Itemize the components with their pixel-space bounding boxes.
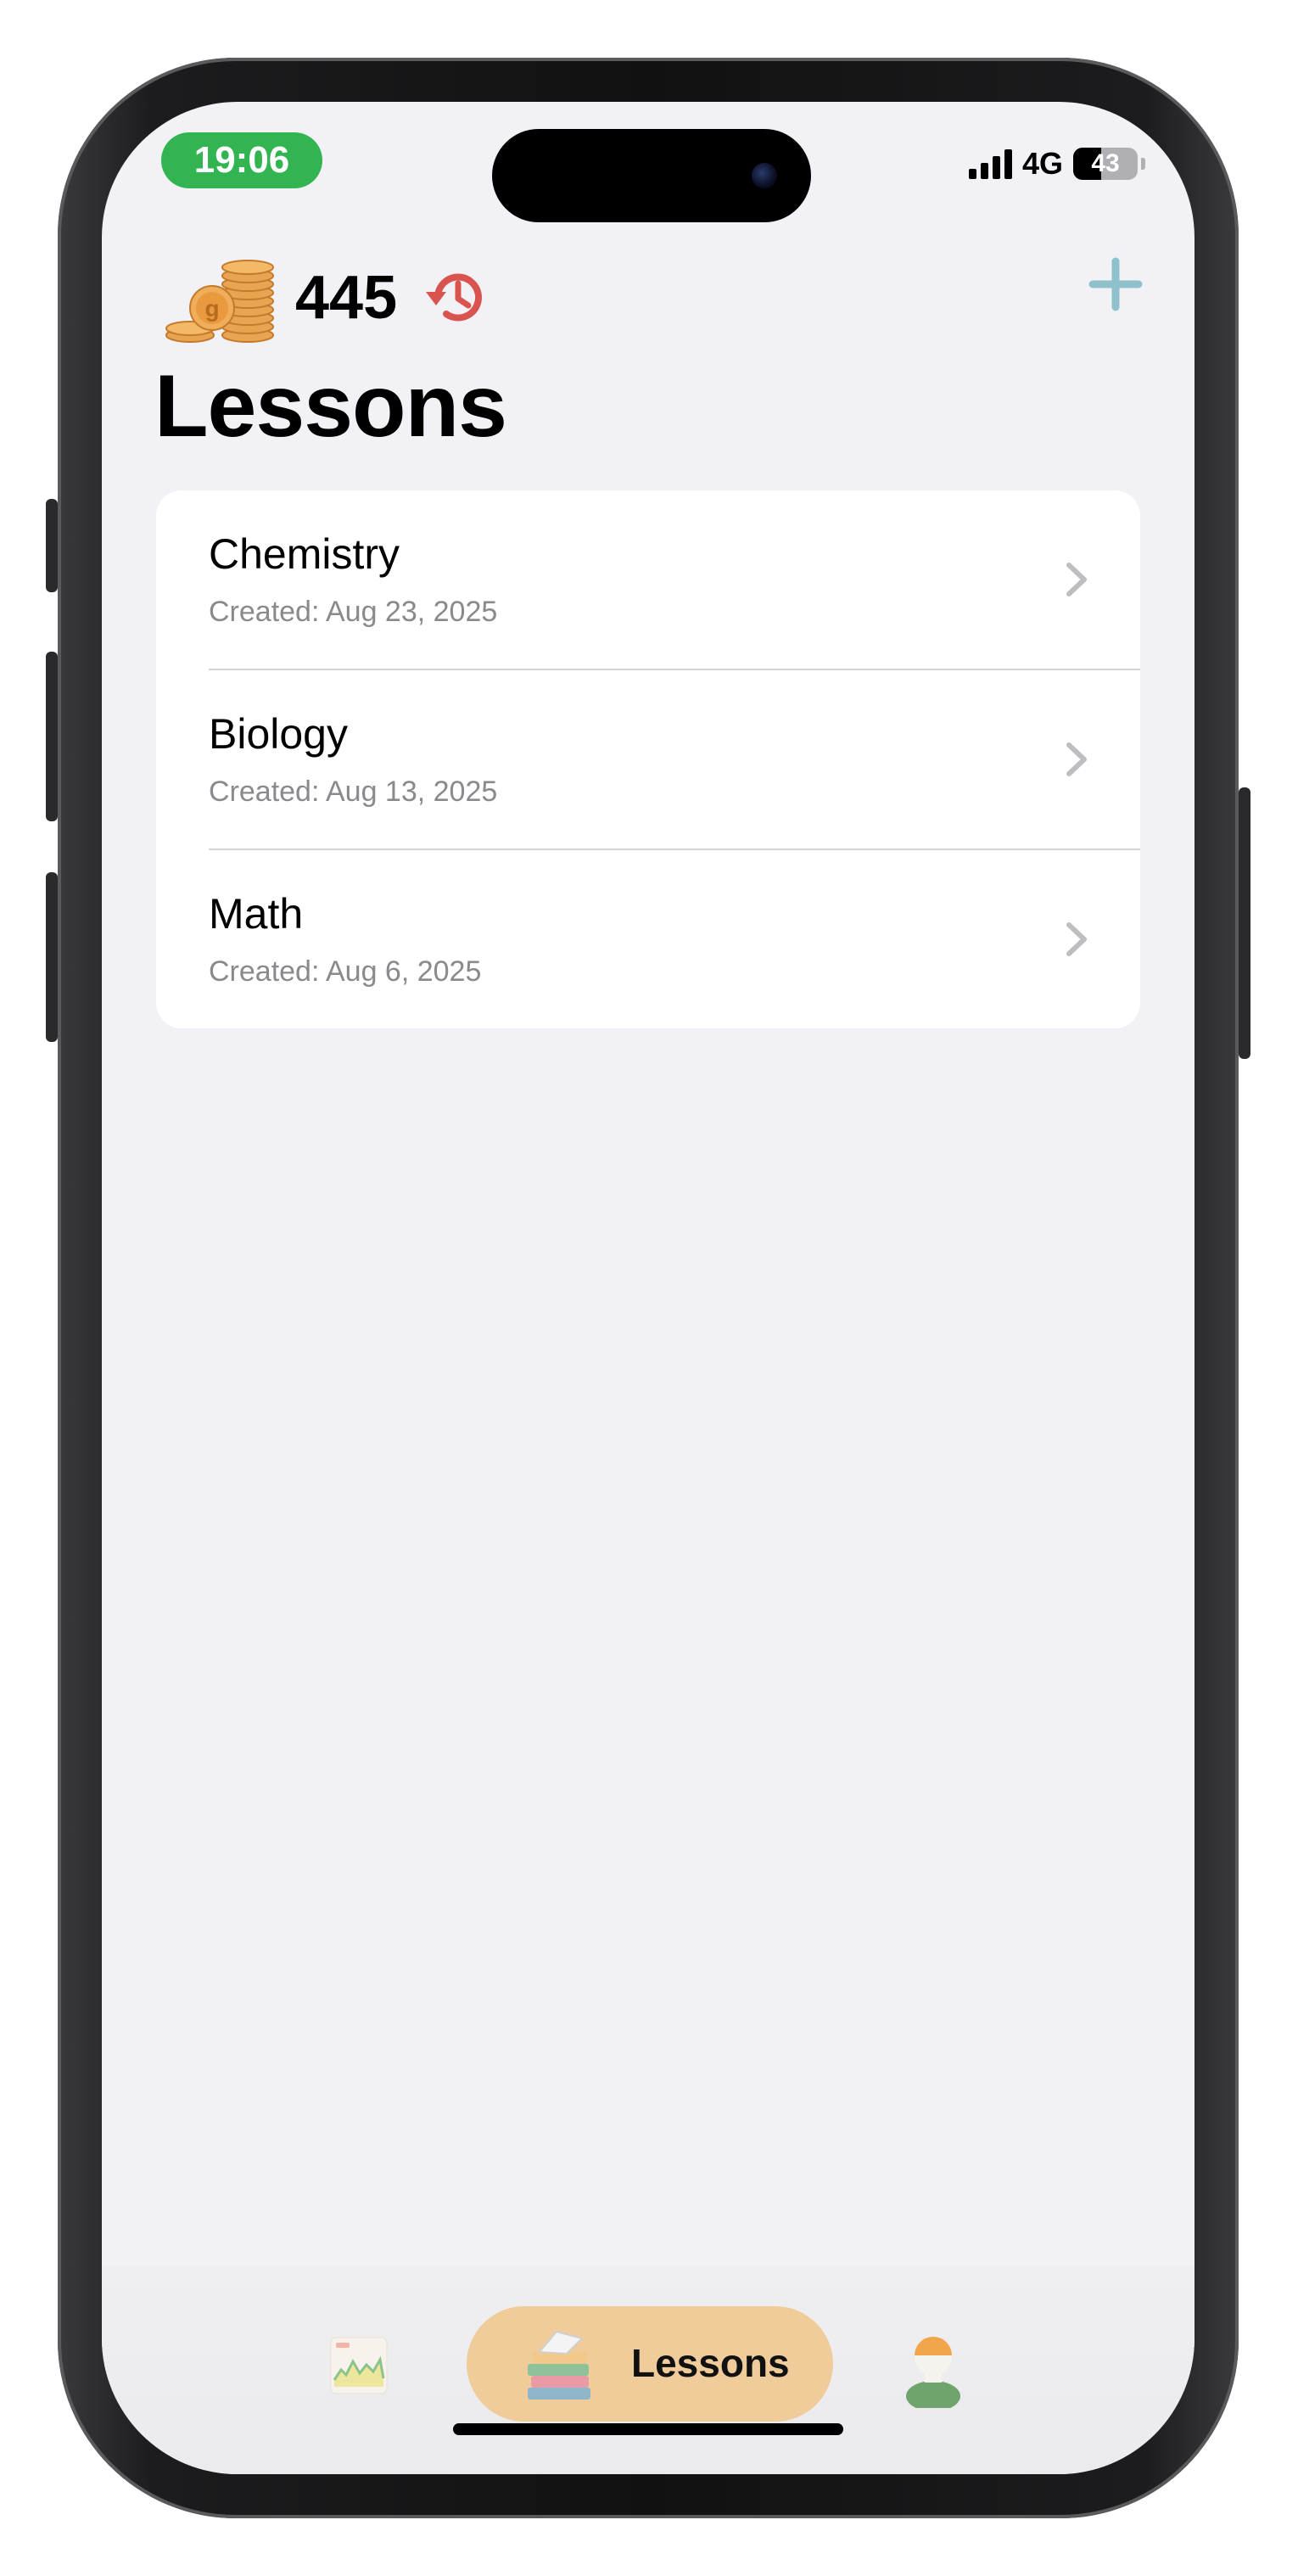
battery-percent: 43 bbox=[1091, 149, 1120, 177]
svg-text:g: g bbox=[204, 295, 219, 322]
tab-profile[interactable] bbox=[899, 2323, 967, 2408]
lesson-row-math[interactable]: Math Created: Aug 6, 2025 bbox=[156, 850, 1140, 1028]
history-icon[interactable] bbox=[422, 263, 490, 331]
chevron-right-icon bbox=[1066, 563, 1087, 596]
tab-lessons-label: Lessons bbox=[631, 2341, 790, 2385]
screen: 19:06 4G 43 g 445 Lessons Chemistry Crea… bbox=[102, 102, 1194, 2474]
battery-icon: 43 bbox=[1073, 148, 1138, 180]
home-indicator[interactable] bbox=[453, 2423, 843, 2435]
coin-count: 445 bbox=[295, 264, 398, 332]
books-icon bbox=[528, 2330, 590, 2400]
camera-icon bbox=[752, 163, 777, 188]
lesson-created-date: Created: Aug 13, 2025 bbox=[209, 776, 498, 808]
dynamic-island bbox=[492, 129, 811, 222]
lesson-name: Math bbox=[209, 890, 304, 938]
signal-icon bbox=[968, 148, 1012, 179]
chevron-right-icon bbox=[1066, 922, 1087, 956]
page-title: Lessons bbox=[154, 357, 507, 456]
lesson-row-chemistry[interactable]: Chemistry Created: Aug 23, 2025 bbox=[156, 490, 1140, 669]
action-button bbox=[46, 499, 58, 592]
tab-lessons[interactable]: Lessons bbox=[467, 2306, 833, 2422]
lesson-row-biology[interactable]: Biology Created: Aug 13, 2025 bbox=[156, 670, 1140, 849]
chevron-right-icon bbox=[1066, 742, 1087, 776]
add-icon[interactable] bbox=[1086, 255, 1145, 314]
status-time[interactable]: 19:06 bbox=[161, 132, 322, 188]
battery-tip bbox=[1141, 158, 1145, 170]
lesson-name: Chemistry bbox=[209, 530, 400, 578]
power-button bbox=[1239, 787, 1250, 1059]
lesson-created-date: Created: Aug 23, 2025 bbox=[209, 596, 498, 628]
lesson-created-date: Created: Aug 6, 2025 bbox=[209, 955, 482, 988]
volume-down-button bbox=[46, 872, 58, 1042]
status-indicators: 4G 43 bbox=[968, 146, 1145, 182]
volume-up-button bbox=[46, 652, 58, 821]
tab-stats[interactable] bbox=[329, 2336, 389, 2395]
network-type: 4G bbox=[1021, 146, 1063, 181]
phone-frame: 19:06 4G 43 g 445 Lessons Chemistry Crea… bbox=[46, 58, 1250, 2518]
lessons-list: Chemistry Created: Aug 23, 2025 Biology … bbox=[156, 490, 1140, 1028]
coins-icon[interactable]: g bbox=[165, 259, 275, 344]
lesson-name: Biology bbox=[209, 710, 348, 758]
